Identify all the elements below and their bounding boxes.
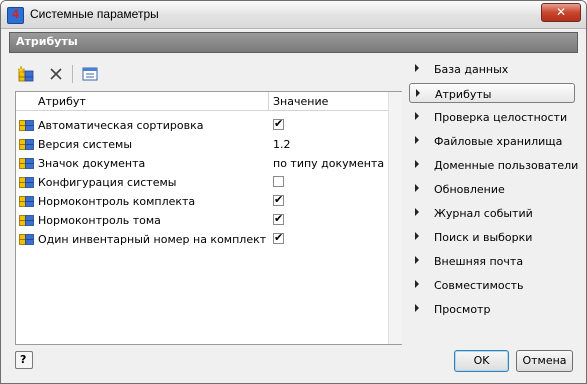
chevron-right-icon xyxy=(415,184,419,192)
table-row[interactable]: Один инвентарный номер на комплект xyxy=(16,230,388,249)
attribute-name: Версия системы xyxy=(38,138,133,151)
attribute-icon xyxy=(19,215,34,226)
nav-item[interactable]: Внешняя почта xyxy=(409,251,575,271)
column-divider[interactable] xyxy=(268,92,269,110)
nav-item-label: Атрибуты xyxy=(435,88,492,101)
attribute-value-checkbox[interactable] xyxy=(273,193,284,206)
attribute-name: Автоматическая сортировка xyxy=(38,119,204,132)
attribute-value[interactable]: по типу документа xyxy=(273,157,384,170)
table-row[interactable]: Нормоконтроль тома xyxy=(16,211,388,230)
attribute-icon xyxy=(19,177,34,188)
nav-item-label: База данных xyxy=(434,63,509,76)
new-attribute-button[interactable] xyxy=(15,63,37,85)
nav-item-label: Совместимость xyxy=(434,279,524,292)
nav-item[interactable]: Проверка целостности xyxy=(409,107,575,127)
table-row[interactable]: Нормоконтроль комплекта xyxy=(16,192,388,211)
chevron-right-icon xyxy=(415,136,419,144)
delete-button[interactable] xyxy=(45,63,67,85)
attribute-icon xyxy=(19,234,34,245)
nav-item-label: Журнал событий xyxy=(434,207,533,220)
nav-item-label: Обновление xyxy=(434,183,505,196)
attribute-value[interactable]: 1.2 xyxy=(273,138,291,151)
nav-item[interactable]: Доменные пользователи xyxy=(409,155,579,175)
grid-header: Атрибут Значение xyxy=(16,92,388,111)
toolbar-separator xyxy=(72,65,73,83)
nav-item[interactable]: База данных xyxy=(409,59,575,79)
attribute-icon xyxy=(19,158,34,169)
attribute-icon xyxy=(19,120,34,131)
chevron-right-icon xyxy=(415,280,419,288)
new-attribute-icon xyxy=(18,66,34,82)
attribute-icon xyxy=(19,139,34,150)
section-title: Атрибуты xyxy=(16,35,78,48)
nav-item-label: Проверка целостности xyxy=(434,111,568,124)
table-row[interactable]: Автоматическая сортировка xyxy=(16,116,388,135)
attribute-name: Один инвентарный номер на комплект xyxy=(38,233,267,246)
dialog-window: Системные параметры ✕ Атрибуты xyxy=(0,0,587,384)
chevron-right-icon xyxy=(416,89,420,97)
nav-item[interactable]: Совместимость xyxy=(409,275,575,295)
nav-item-label: Внешняя почта xyxy=(434,255,524,268)
chevron-right-icon xyxy=(415,232,419,240)
nav-item-label: Поиск и выборки xyxy=(434,231,533,244)
chevron-right-icon xyxy=(415,304,419,312)
attribute-name: Нормоконтроль комплекта xyxy=(38,195,196,208)
window-title: Системные параметры xyxy=(30,7,159,21)
nav-item-label: Файловые хранилища xyxy=(434,135,563,148)
attribute-value-checkbox[interactable] xyxy=(273,231,284,244)
table-row[interactable]: Конфигурация системы xyxy=(16,173,388,192)
nav-item[interactable]: Журнал событий xyxy=(409,203,575,223)
attribute-name: Значок документа xyxy=(38,157,146,170)
attribute-name: Нормоконтроль тома xyxy=(38,214,161,227)
nav-item-label: Просмотр xyxy=(434,303,491,316)
settings-nav: База данных Атрибуты Проверка целостности Ф… xyxy=(409,59,579,325)
column-header-attribute[interactable]: Атрибут xyxy=(38,95,86,108)
table-row[interactable]: Версия системы 1.2 xyxy=(16,135,388,154)
column-header-value[interactable]: Значение xyxy=(273,95,328,108)
properties-icon xyxy=(82,67,98,81)
properties-button[interactable] xyxy=(79,63,101,85)
attribute-value-checkbox[interactable] xyxy=(273,117,284,130)
attribute-value-checkbox[interactable] xyxy=(273,212,284,225)
table-row[interactable]: Значок документа по типу документа xyxy=(16,154,388,173)
section-header: Атрибуты xyxy=(9,32,578,53)
chevron-right-icon xyxy=(415,256,419,264)
chevron-right-icon xyxy=(415,64,419,72)
chevron-right-icon xyxy=(415,208,419,216)
chevron-right-icon xyxy=(415,112,419,120)
cancel-button[interactable]: Отмена xyxy=(516,350,573,372)
attribute-name: Конфигурация системы xyxy=(38,176,177,189)
ok-button[interactable]: OK xyxy=(454,350,509,372)
toolbar xyxy=(15,63,395,85)
help-button[interactable] xyxy=(15,351,33,369)
attribute-icon xyxy=(19,196,34,207)
nav-item[interactable]: Просмотр xyxy=(409,299,575,319)
nav-item[interactable]: Атрибуты xyxy=(409,83,575,103)
nav-item[interactable]: Поиск и выборки xyxy=(409,227,575,247)
title-bar[interactable]: Системные параметры ✕ xyxy=(1,1,586,29)
vertical-scrollbar[interactable] xyxy=(388,92,402,344)
chevron-right-icon xyxy=(415,160,419,168)
nav-item[interactable]: Файловые хранилища xyxy=(409,131,575,151)
nav-item[interactable]: Обновление xyxy=(409,179,575,199)
nav-item-label: Доменные пользователи xyxy=(434,159,579,172)
delete-icon xyxy=(50,68,62,80)
attribute-value-checkbox[interactable] xyxy=(273,176,284,187)
close-button[interactable]: ✕ xyxy=(541,3,581,22)
app-logo-icon xyxy=(7,7,24,24)
attributes-grid: Атрибут Значение Автоматическая сортиров… xyxy=(15,91,402,345)
